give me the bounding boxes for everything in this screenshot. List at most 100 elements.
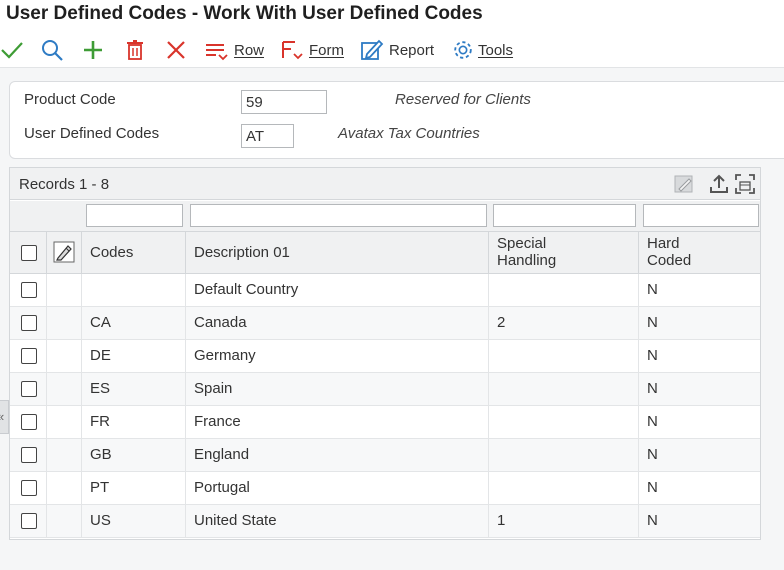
description-cell: Spain xyxy=(186,373,489,406)
expand-grid-icon xyxy=(735,174,755,194)
row-edit-cell xyxy=(47,340,82,373)
row-checkbox[interactable] xyxy=(21,315,37,331)
table-row[interactable]: FR France N xyxy=(10,406,760,439)
row-edit-cell xyxy=(47,307,82,340)
special-handling-cell xyxy=(489,340,639,373)
hard-coded-cell: N xyxy=(647,347,658,364)
hard-coded-cell: N xyxy=(647,479,658,496)
close-icon xyxy=(167,41,185,59)
form-menu-button[interactable]: Form xyxy=(279,32,344,68)
hard-coded-cell: N xyxy=(647,314,658,331)
hard-coded-cell: N xyxy=(647,380,658,397)
find-button[interactable] xyxy=(40,32,64,68)
row-edit-cell xyxy=(47,406,82,439)
query-by-example-row xyxy=(10,201,760,231)
row-checkbox[interactable] xyxy=(21,447,37,463)
tools-menu-button[interactable]: Tools xyxy=(452,32,513,68)
special-handling-filter-input[interactable] xyxy=(493,204,636,227)
page-title: User Defined Codes - Work With User Defi… xyxy=(6,3,483,24)
edit-pencil-icon[interactable] xyxy=(53,241,75,263)
row-edit-cell xyxy=(47,472,82,505)
codes-column-header[interactable]: Codes xyxy=(82,232,186,274)
row-edit-cell xyxy=(47,373,82,406)
double-chevron-left-icon: « xyxy=(0,401,4,433)
table-row[interactable]: ES Spain N xyxy=(10,373,760,406)
row-checkbox[interactable] xyxy=(21,513,37,529)
row-edit-cell xyxy=(47,439,82,472)
toolbar: Row Form Report Tools xyxy=(0,32,784,68)
side-panel-toggle[interactable]: « xyxy=(0,400,9,434)
hard-coded-filter-input[interactable] xyxy=(643,204,759,227)
export-button[interactable] xyxy=(707,172,731,196)
special-handling-cell xyxy=(489,439,639,472)
table-row[interactable]: GB England N xyxy=(10,439,760,472)
trash-icon xyxy=(127,40,143,60)
description-filter-input[interactable] xyxy=(190,204,487,227)
row-edit-cell xyxy=(47,505,82,538)
row-select-cell xyxy=(10,373,47,406)
upload-icon xyxy=(710,174,728,193)
edit-grid-button[interactable] xyxy=(672,172,696,196)
grid-toolbar: Records 1 - 8 xyxy=(10,168,760,200)
select-all-cell xyxy=(10,232,47,274)
select-all-checkbox[interactable] xyxy=(21,245,37,261)
hard-coded-cell: N xyxy=(647,512,658,529)
delete-button[interactable] xyxy=(123,32,147,68)
report-menu-label: Report xyxy=(389,41,435,59)
ok-button[interactable] xyxy=(0,32,24,68)
product-code-description: Reserved for Clients xyxy=(395,91,531,108)
description-cell: Germany xyxy=(186,340,489,373)
row-checkbox[interactable] xyxy=(21,381,37,397)
special-handling-cell xyxy=(489,274,639,307)
user-defined-codes-input[interactable] xyxy=(241,124,294,148)
code-cell: ES xyxy=(82,373,186,406)
search-icon xyxy=(42,40,63,61)
special-handling-cell xyxy=(489,472,639,505)
code-cell: DE xyxy=(82,340,186,373)
special-handling-cell: 2 xyxy=(489,307,639,340)
row-checkbox[interactable] xyxy=(21,414,37,430)
report-icon xyxy=(361,39,384,60)
description-cell: Canada xyxy=(186,307,489,340)
special-handling-header-label: Special Handling xyxy=(497,235,557,269)
row-checkbox[interactable] xyxy=(21,480,37,496)
row-menu-label: Row xyxy=(234,41,265,59)
table-row[interactable]: US United State 1 N xyxy=(10,505,760,538)
code-cell: PT xyxy=(82,472,186,505)
maximize-grid-button[interactable] xyxy=(733,172,757,196)
hard-coded-cell: N xyxy=(647,281,658,298)
row-checkbox[interactable] xyxy=(21,348,37,364)
product-code-input[interactable] xyxy=(241,90,327,114)
code-cell xyxy=(82,274,186,307)
codes-header-label: Codes xyxy=(90,244,134,261)
report-menu-button[interactable]: Report xyxy=(359,32,434,68)
table-row[interactable]: CA Canada 2 N xyxy=(10,307,760,340)
description-cell: Portugal xyxy=(186,472,489,505)
codes-filter-input[interactable] xyxy=(86,204,183,227)
close-button[interactable] xyxy=(164,32,188,68)
row-menu-button[interactable]: Row xyxy=(204,32,264,68)
special-handling-column-header[interactable]: Special Handling xyxy=(489,232,639,274)
hard-coded-column-header[interactable]: Hard Coded xyxy=(639,232,760,274)
table-row[interactable]: Default Country N xyxy=(10,274,760,307)
table-row[interactable]: PT Portugal N xyxy=(10,472,760,505)
records-count: Records 1 - 8 xyxy=(19,176,110,193)
special-handling-cell xyxy=(489,373,639,406)
row-checkbox[interactable] xyxy=(21,282,37,298)
add-button[interactable] xyxy=(81,32,105,68)
special-handling-cell xyxy=(489,406,639,439)
description-cell: France xyxy=(186,406,489,439)
form-exit-icon xyxy=(282,41,303,60)
header-panel: Product Code Reserved for Clients User D… xyxy=(9,81,784,159)
table-row[interactable]: DE Germany N xyxy=(10,340,760,373)
hard-coded-cell: N xyxy=(647,413,658,430)
code-cell: GB xyxy=(82,439,186,472)
description-column-header[interactable]: Description 01 xyxy=(186,232,489,274)
gear-icon xyxy=(454,41,472,59)
grid-body: Default Country N CA Canada 2 N DE Germa… xyxy=(10,274,760,538)
hard-coded-header-label: Hard Coded xyxy=(647,235,692,269)
row-select-cell xyxy=(10,340,47,373)
row-select-cell xyxy=(10,472,47,505)
tools-menu-label: Tools xyxy=(478,41,514,59)
pencil-grid-icon xyxy=(674,175,693,193)
